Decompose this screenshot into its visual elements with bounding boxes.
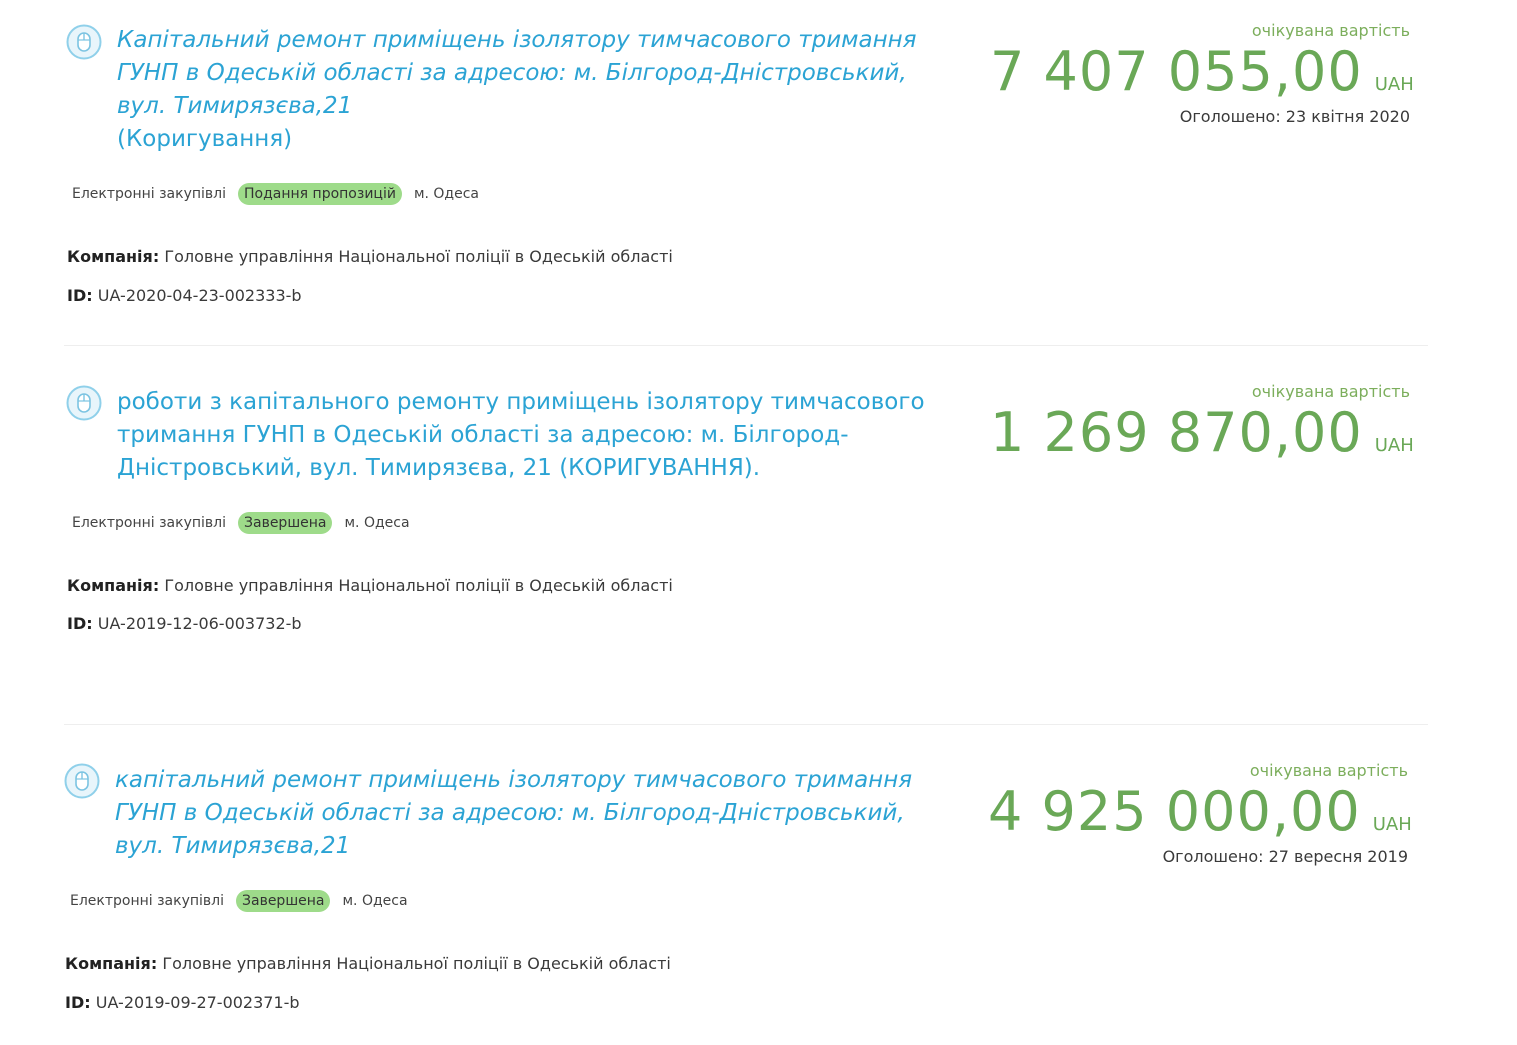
procurement-type: Електронні закупівлі <box>70 893 225 909</box>
tender-meta: Електронні закупівлі Завершена м. Одеса <box>70 890 408 912</box>
company-line: Компанія: Головне управління Національно… <box>67 247 673 266</box>
id-label: ID: <box>67 286 93 305</box>
tender-title-suffix: (Коригування) <box>117 126 293 152</box>
price-row: 4 925 000,00 UAH <box>988 780 1412 843</box>
id-line: ID: UA-2020-04-23-002333-b <box>67 286 302 305</box>
divider <box>64 724 1428 725</box>
tender-list: Капітальний ремонт приміщень ізолятору т… <box>0 0 1517 1045</box>
tender-id: UA-2019-12-06-003732-b <box>97 614 302 633</box>
company-name: Головне управління Національної поліції … <box>164 247 673 266</box>
id-line: ID: UA-2019-09-27-002371-b <box>65 993 300 1012</box>
tender-id: UA-2020-04-23-002333-b <box>97 286 302 305</box>
expected-value-label: очікувана вартість <box>1251 21 1410 40</box>
tender-title-link[interactable]: Капітальний ремонт приміщень ізолятору т… <box>117 24 957 156</box>
company-line: Компанія: Головне управління Національно… <box>67 576 673 595</box>
status-badge: Завершена <box>236 890 331 912</box>
tender-title-link[interactable]: роботи з капітального ремонту приміщень … <box>117 386 967 485</box>
tender-city: м. Одеса <box>342 893 408 909</box>
tender-id: UA-2019-09-27-002371-b <box>95 993 300 1012</box>
price-amount: 7 407 055,00 <box>990 40 1363 103</box>
id-line: ID: UA-2019-12-06-003732-b <box>67 614 302 633</box>
tender-meta: Електронні закупівлі Завершена м. Одеса <box>72 512 410 534</box>
price-block: очікувана вартість 1 269 870,00 UAH <box>990 382 1414 464</box>
mouse-icon <box>66 385 102 421</box>
company-name: Головне управління Національної поліції … <box>164 576 673 595</box>
tender-title: капітальний ремонт приміщень ізолятору т… <box>115 767 913 859</box>
price-amount: 1 269 870,00 <box>990 401 1363 464</box>
price-block: очікувана вартість 7 407 055,00 UAH Оголо… <box>990 21 1414 126</box>
id-label: ID: <box>65 993 91 1012</box>
status-badge: Подання пропозицій <box>238 183 402 205</box>
tender-meta: Електронні закупівлі Подання пропозицій … <box>72 183 479 205</box>
company-label: Компанія: <box>67 247 160 266</box>
tender-title: Капітальний ремонт приміщень ізолятору т… <box>117 27 917 119</box>
price-block: очікувана вартість 4 925 000,00 UAH Оголо… <box>988 761 1412 866</box>
price-currency: UAH <box>1374 74 1414 95</box>
mouse-icon <box>64 763 100 799</box>
company-line: Компанія: Головне управління Національно… <box>65 954 671 973</box>
price-currency: UAH <box>1374 435 1414 456</box>
announced-date: Оголошено: 27 вересня 2019 <box>1162 847 1408 866</box>
price-row: 1 269 870,00 UAH <box>990 401 1414 464</box>
tender-title: роботи з капітального ремонту приміщень … <box>117 389 925 481</box>
company-label: Компанія: <box>65 954 158 973</box>
company-label: Компанія: <box>67 576 160 595</box>
announced-date: Оголошено: 23 квітня 2020 <box>1179 107 1410 126</box>
price-currency: UAH <box>1372 814 1412 835</box>
price-amount: 4 925 000,00 <box>988 780 1361 843</box>
divider <box>64 345 1428 346</box>
id-label: ID: <box>67 614 93 633</box>
company-name: Головне управління Національної поліції … <box>162 954 671 973</box>
expected-value-label: очікувана вартість <box>1251 382 1410 401</box>
mouse-icon <box>66 24 102 60</box>
tender-city: м. Одеса <box>413 186 479 202</box>
status-badge: Завершена <box>238 512 333 534</box>
procurement-type: Електронні закупівлі <box>72 515 227 531</box>
expected-value-label: очікувана вартість <box>1249 761 1408 780</box>
tender-title-link[interactable]: капітальний ремонт приміщень ізолятору т… <box>115 764 955 863</box>
procurement-type: Електронні закупівлі <box>72 186 227 202</box>
tender-city: м. Одеса <box>344 515 410 531</box>
price-row: 7 407 055,00 UAH <box>990 40 1414 103</box>
